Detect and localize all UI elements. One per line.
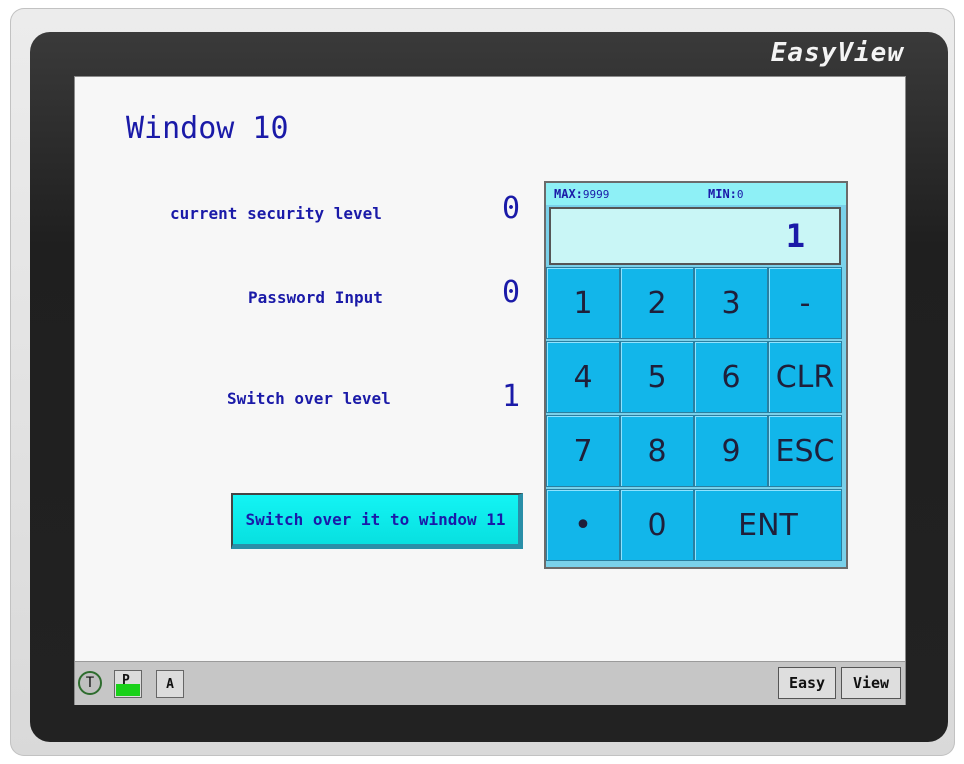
min-value: 0 [736,188,744,201]
key-dot[interactable]: • [546,489,620,561]
status-taskbar: T P A Easy View [75,661,905,705]
key-enter[interactable]: ENT [694,489,842,561]
key-9[interactable]: 9 [694,415,768,487]
min-label: MIN: [708,187,737,201]
max-value: 9999 [582,188,610,201]
security-level-value: 0 [501,191,521,226]
p-label: P [122,673,130,688]
key-minus[interactable]: - [768,267,842,339]
password-input-label: Password Input [248,288,383,307]
a-indicator[interactable]: A [156,670,184,698]
switch-window-button[interactable]: Switch over it to window 11 [231,493,523,549]
view-button[interactable]: View [841,667,901,699]
easy-button[interactable]: Easy [778,667,836,699]
max-label: MAX: [554,187,583,201]
key-5[interactable]: 5 [620,341,694,413]
key-7[interactable]: 7 [546,415,620,487]
password-input-value[interactable]: 0 [491,275,531,310]
numeric-keypad: MAX:9999 MIN:0 1 1 2 3 - 4 5 6 CLR 7 8 9… [544,181,848,569]
key-6[interactable]: 6 [694,341,768,413]
key-2[interactable]: 2 [620,267,694,339]
p-indicator[interactable]: P [114,670,142,698]
key-3[interactable]: 3 [694,267,768,339]
key-escape[interactable]: ESC [768,415,842,487]
switch-level-label: Switch over level [227,389,391,408]
window-title: Window 10 [126,111,289,146]
security-level-label: current security level [170,204,382,223]
key-4[interactable]: 4 [546,341,620,413]
hmi-screen: Window 10 current security level 0 Passw… [74,76,906,705]
key-8[interactable]: 8 [620,415,694,487]
key-0[interactable]: 0 [620,489,694,561]
switch-level-value: 1 [501,379,521,414]
key-1[interactable]: 1 [546,267,620,339]
key-clear[interactable]: CLR [768,341,842,413]
keypad-range-header: MAX:9999 MIN:0 [546,183,846,205]
keypad-display: 1 [549,207,841,265]
t-indicator[interactable]: T [78,671,102,695]
brand-logo: EasyView [770,38,904,68]
